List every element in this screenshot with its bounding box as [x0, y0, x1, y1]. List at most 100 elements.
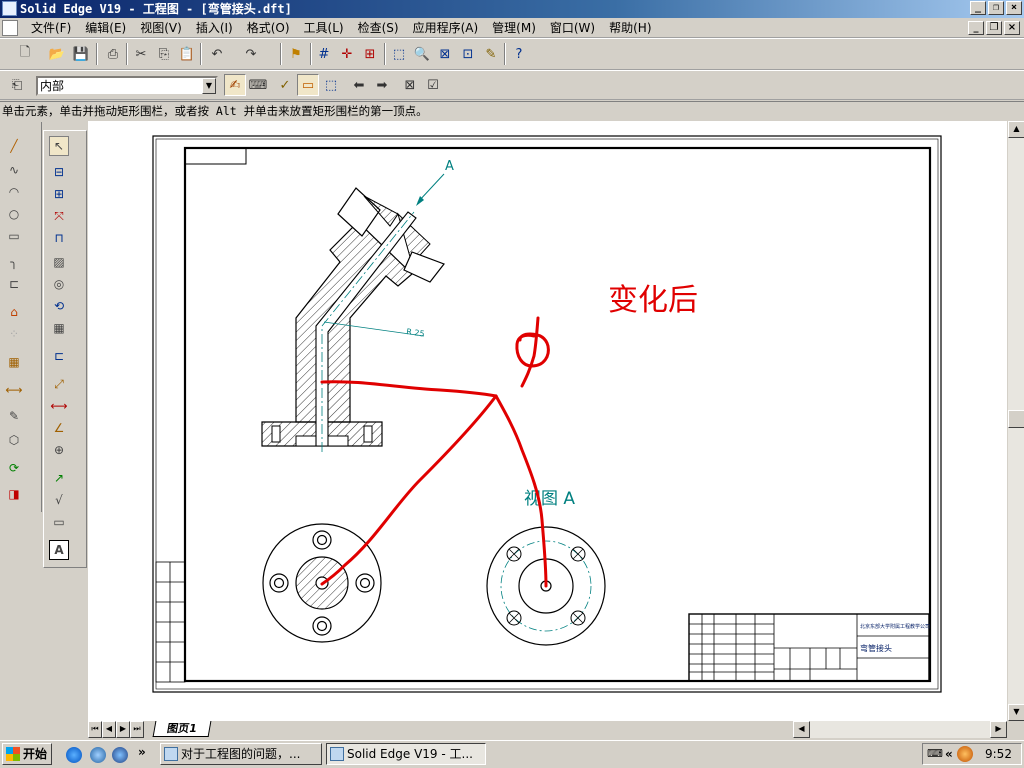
scroll-left-icon[interactable]: ◀: [793, 721, 810, 738]
undo-icon[interactable]: ↶: [206, 43, 228, 65]
menu-item-1[interactable]: 编辑(E): [78, 18, 133, 38]
close-button[interactable]: ×: [1006, 1, 1022, 15]
line-icon[interactable]: ╱: [4, 136, 24, 156]
menu-item-6[interactable]: 检查(S): [351, 18, 406, 38]
outlook-express-icon[interactable]: [112, 747, 128, 763]
table-icon[interactable]: ▦: [49, 318, 69, 338]
menu-item-0[interactable]: 文件(F): [24, 18, 78, 38]
previous-icon[interactable]: ⬅: [348, 74, 370, 96]
internet-explorer-icon[interactable]: [66, 747, 82, 763]
restore-button[interactable]: ❐: [988, 1, 1004, 15]
open-file-icon[interactable]: 📂: [46, 43, 68, 65]
surface-texture-icon[interactable]: √: [49, 490, 69, 510]
hatch-icon[interactable]: ▨: [49, 252, 69, 272]
taskbar-item-forum[interactable]: 对于工程图的问题，...: [160, 743, 322, 765]
menu-item-5[interactable]: 工具(L): [297, 18, 351, 38]
select-arrow-icon[interactable]: ↖: [49, 136, 69, 156]
auxiliary-view-icon[interactable]: ⊞: [49, 184, 69, 204]
combo-dropdown-arrow-icon[interactable]: ▼: [202, 78, 216, 94]
next-icon[interactable]: ➡: [371, 74, 393, 96]
draw-on-layer-icon[interactable]: ✍: [224, 74, 246, 96]
quicklaunch-chevron[interactable]: »: [138, 745, 146, 759]
redo-icon[interactable]: ↷: [240, 43, 262, 65]
last-sheet-icon[interactable]: ⏭: [130, 721, 144, 738]
cut-icon[interactable]: ✂: [130, 43, 152, 65]
center-mark-icon[interactable]: ⊕: [49, 440, 69, 460]
new-file-icon[interactable]: 🗋: [14, 43, 36, 65]
grid-icon[interactable]: #: [313, 43, 335, 65]
dimension-icon[interactable]: ⟷: [4, 380, 24, 400]
horizontal-scrollbar[interactable]: ◀ ▶: [793, 721, 1007, 738]
rectangle-icon[interactable]: ▭: [4, 226, 24, 246]
keyboard-icon[interactable]: ⌨: [927, 744, 943, 764]
pan-icon[interactable]: ⊡: [457, 43, 479, 65]
broken-view-icon[interactable]: ⟲: [49, 296, 69, 316]
tools-icon[interactable]: ✎: [480, 43, 502, 65]
flag-icon[interactable]: ⚑: [285, 43, 307, 65]
accept-icon[interactable]: ☑: [422, 74, 444, 96]
layers-icon[interactable]: ⎗: [6, 74, 28, 96]
help-icon[interactable]: ?: [508, 43, 530, 65]
menu-item-2[interactable]: 视图(V): [133, 18, 189, 38]
fit-icon[interactable]: ⊠: [434, 43, 456, 65]
principal-view-icon[interactable]: ⊟: [49, 162, 69, 182]
doc-minimize-button[interactable]: _: [968, 21, 984, 35]
feature-control-icon[interactable]: ▭: [49, 512, 69, 532]
scroll-up-icon[interactable]: ▲: [1008, 121, 1024, 138]
menu-item-8[interactable]: 管理(M): [485, 18, 543, 38]
minimize-button[interactable]: _: [970, 1, 986, 15]
zoom-area-icon[interactable]: ⬚: [388, 43, 410, 65]
menu-item-10[interactable]: 帮助(H): [602, 18, 658, 38]
section-view-icon[interactable]: ⊓: [49, 228, 69, 248]
curve-icon[interactable]: ∿: [4, 160, 24, 180]
text-edit-icon[interactable]: ✎: [4, 406, 24, 426]
menu-item-4[interactable]: 格式(O): [240, 18, 297, 38]
cutting-plane-icon[interactable]: ⤧: [49, 206, 69, 226]
intellisketch-icon[interactable]: ⊞: [359, 43, 381, 65]
select-rect-icon[interactable]: ⬚: [320, 74, 342, 96]
save-icon[interactable]: 💾: [70, 43, 92, 65]
vertical-scroll-thumb[interactable]: [1008, 410, 1024, 428]
snap-icon[interactable]: ✛: [336, 43, 358, 65]
media-player-icon[interactable]: [90, 747, 106, 763]
clock[interactable]: 9:52: [985, 744, 1012, 764]
smart-dimension-icon[interactable]: ⤢: [49, 374, 69, 394]
update-views-icon[interactable]: ⟳: [4, 458, 24, 478]
first-sheet-icon[interactable]: ⏮: [88, 721, 102, 738]
text-icon[interactable]: A: [49, 540, 69, 560]
input-method-icon[interactable]: [957, 746, 973, 762]
section-mark-label[interactable]: A: [445, 159, 454, 174]
solid-edge-app-icon[interactable]: [2, 1, 17, 16]
taskbar-item-solidedge[interactable]: Solid Edge V19 - 工...: [326, 743, 486, 765]
distance-icon[interactable]: ⟷: [49, 396, 69, 416]
fence-icon[interactable]: ▭: [297, 74, 319, 96]
doc-close-button[interactable]: ×: [1004, 21, 1020, 35]
start-button[interactable]: 开始: [2, 743, 52, 765]
edit-icon[interactable]: ✓: [274, 74, 296, 96]
vertical-scrollbar[interactable]: ▲ ▼: [1007, 121, 1024, 721]
insert-image-icon[interactable]: ◨: [4, 484, 24, 504]
tray-expand-icon[interactable]: «: [945, 744, 953, 764]
angle-icon[interactable]: ∠: [49, 418, 69, 438]
next-sheet-icon[interactable]: ▶: [116, 721, 130, 738]
arc-icon[interactable]: ◠: [4, 182, 24, 202]
callout-icon[interactable]: ↗: [49, 468, 69, 488]
view-a-label[interactable]: 视图 A: [524, 489, 575, 509]
menu-item-9[interactable]: 窗口(W): [543, 18, 602, 38]
zoom-icon[interactable]: 🔍: [411, 43, 433, 65]
drawing-canvas[interactable]: R 25 A 视图 A 北京东部大学附属工程教学公司 弯管接头 变化后: [88, 121, 1007, 721]
copy-icon[interactable]: ⎘: [153, 43, 175, 65]
parts-list-icon[interactable]: ⊏: [49, 346, 69, 366]
sheet-tab[interactable]: 图页1: [152, 721, 212, 737]
scroll-right-icon[interactable]: ▶: [990, 721, 1007, 738]
scroll-down-icon[interactable]: ▼: [1008, 704, 1024, 721]
document-icon[interactable]: [2, 20, 18, 36]
detail-view-icon[interactable]: ◎: [49, 274, 69, 294]
offset-icon[interactable]: ⊏: [4, 274, 24, 294]
menu-item-3[interactable]: 插入(I): [189, 18, 240, 38]
mirror-icon[interactable]: ⁘: [4, 324, 24, 344]
menu-item-7[interactable]: 应用程序(A): [406, 18, 486, 38]
prev-sheet-icon[interactable]: ◀: [102, 721, 116, 738]
doc-restore-button[interactable]: ❐: [986, 21, 1002, 35]
cancel-icon[interactable]: ⊠: [399, 74, 421, 96]
